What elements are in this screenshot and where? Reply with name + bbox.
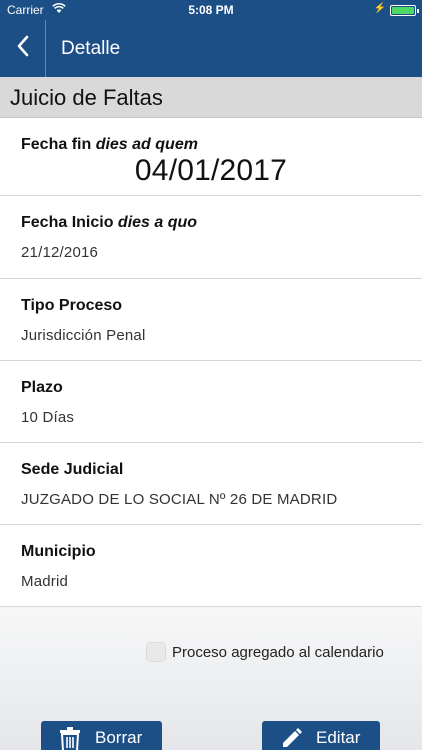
row-plazo: Plazo 10 Días (0, 361, 422, 443)
row-fecha-inicio: Fecha Inicio dies a quo 21/12/2016 (0, 196, 422, 279)
calendar-label: Proceso agregado al calendario (172, 643, 384, 661)
edit-button[interactable]: Editar (262, 721, 380, 750)
navigation-bar: Detalle (0, 20, 422, 77)
start-date-value: 21/12/2016 (21, 244, 99, 261)
clock: 5:08 PM (188, 3, 234, 17)
calendar-toggle[interactable]: Proceso agregado al calendario (146, 641, 384, 663)
trash-icon (59, 727, 81, 750)
row-label: Sede Judicial (21, 461, 124, 478)
section-header: Juicio de Faltas (0, 77, 422, 118)
edit-label: Editar (316, 728, 361, 747)
battery-icon (390, 5, 419, 16)
row-label: Fecha Inicio dies a quo (21, 214, 198, 231)
row-label: Fecha fin dies ad quem (21, 136, 198, 153)
calendar-checkbox[interactable] (146, 642, 166, 662)
row-sede-judicial: Sede Judicial JUZGADO DE LO SOCIAL Nº 26… (0, 443, 422, 525)
municipality-value: Madrid (21, 573, 69, 590)
row-municipio: Municipio Madrid (0, 525, 422, 607)
back-button[interactable] (0, 20, 46, 77)
row-label: Municipio (21, 543, 96, 560)
row-tipo-proceso: Tipo Proceso Jurisdicción Penal (0, 279, 422, 361)
term-value: 10 Días (21, 409, 75, 426)
process-type-value: Jurisdicción Penal (21, 327, 146, 344)
pencil-icon (280, 727, 302, 750)
status-bar: Carrier 5:08 PM ⚡ (0, 0, 422, 20)
row-label: Plazo (21, 379, 63, 396)
detail-list: Fecha fin dies ad quem 04/01/2017 Fecha … (0, 118, 422, 607)
footer-area: Proceso agregado al calendario Borrar Ed… (0, 607, 422, 750)
page-title: Detalle (61, 38, 121, 59)
section-title: Juicio de Faltas (10, 85, 163, 110)
row-label: Tipo Proceso (21, 297, 123, 314)
delete-label: Borrar (95, 728, 143, 747)
charging-icon: ⚡ (373, 3, 386, 14)
row-fecha-fin: Fecha fin dies ad quem 04/01/2017 (0, 118, 422, 196)
chevron-left-icon (16, 35, 30, 62)
end-date-value: 04/01/2017 (134, 154, 288, 187)
court-value: JUZGADO DE LO SOCIAL Nº 26 DE MADRID (21, 491, 338, 508)
delete-button[interactable]: Borrar (41, 721, 162, 750)
